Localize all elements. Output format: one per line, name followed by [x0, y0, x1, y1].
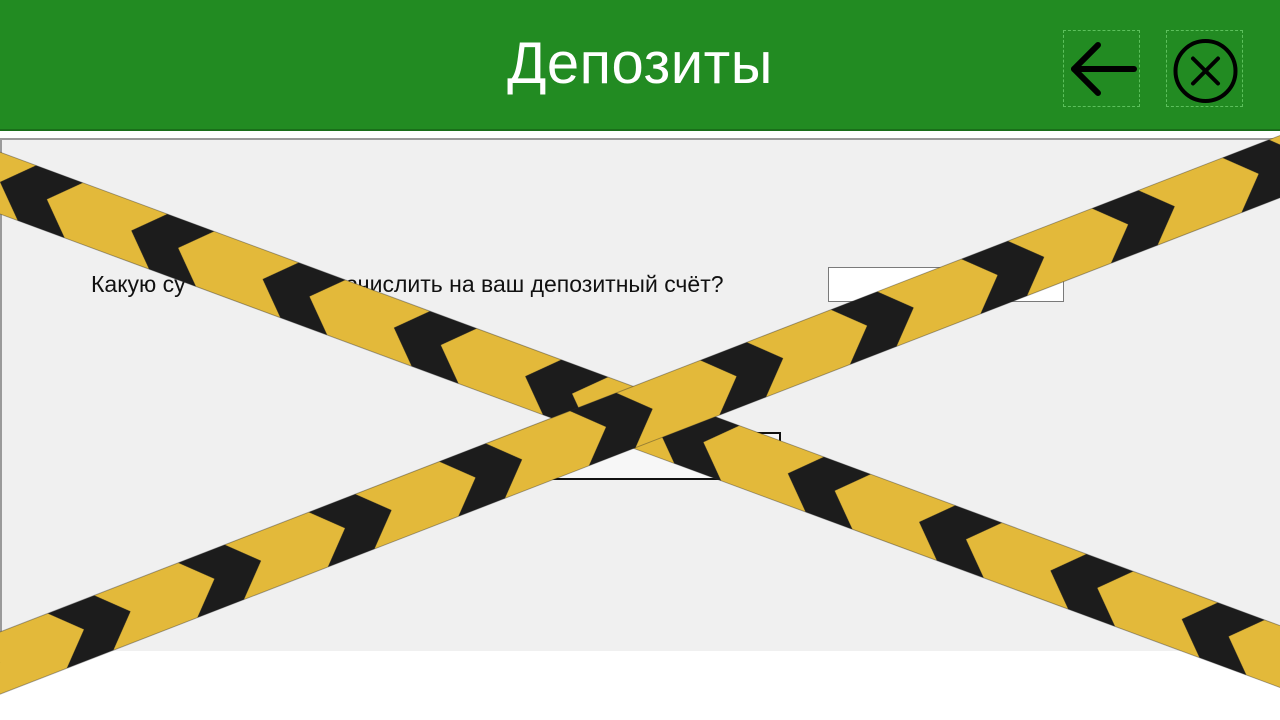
circle-x-icon — [1173, 39, 1238, 103]
deposit-form-panel — [0, 138, 1280, 651]
submit-button[interactable]: Отп — [523, 432, 781, 480]
close-button[interactable] — [1166, 30, 1243, 107]
app-header: Депозиты — [0, 0, 1280, 131]
amount-question-label: Какую су зачислить на ваш депозитный счё… — [91, 271, 724, 297]
back-button[interactable] — [1063, 30, 1140, 107]
bottom-blank-area — [0, 651, 1280, 720]
amount-input[interactable] — [828, 267, 1064, 302]
arrow-left-icon — [1071, 42, 1137, 96]
